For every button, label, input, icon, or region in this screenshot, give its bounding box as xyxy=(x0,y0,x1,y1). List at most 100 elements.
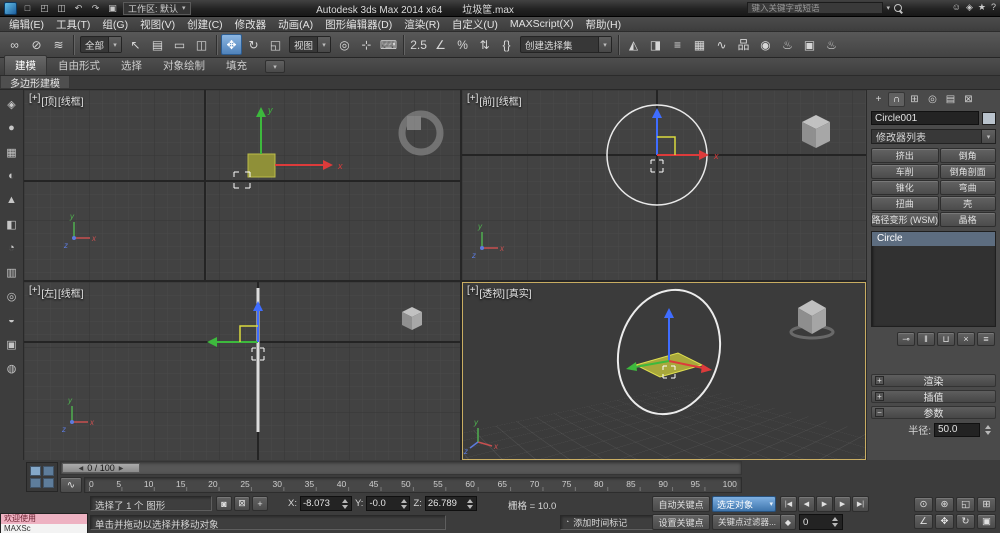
new-scene-icon[interactable]: □ xyxy=(20,2,35,15)
docked-tool-icon[interactable]: ◧ xyxy=(3,215,21,233)
maximize-viewport-icon[interactable]: ▣ xyxy=(977,514,996,529)
menu-item[interactable]: 动画(A) xyxy=(272,17,319,32)
listener-line[interactable]: MAXSc xyxy=(1,524,87,533)
zoom-extents-icon[interactable]: ◱ xyxy=(956,497,975,512)
menu-item[interactable]: 工具(T) xyxy=(50,17,96,32)
menu-item[interactable]: 自定义(U) xyxy=(446,17,504,32)
selection-lock-icon[interactable]: ⊠ xyxy=(234,496,250,511)
workspace-dropdown[interactable]: 工作区: 默认 ▾ xyxy=(123,2,191,15)
selected-shape[interactable] xyxy=(248,154,275,177)
use-pivot-center-icon[interactable]: ◎ xyxy=(334,34,355,55)
docked-tool-icon[interactable]: ◎ xyxy=(3,287,21,305)
keyboard-override-icon[interactable]: ⌨ xyxy=(378,34,399,55)
motion-tab-icon[interactable]: ◎ xyxy=(924,92,941,107)
selected-objects-dropdown[interactable]: 选定对象 ▾ xyxy=(712,496,776,512)
signin-icon[interactable]: ☺ xyxy=(952,2,961,13)
modifier-button[interactable]: 车削 xyxy=(871,164,939,179)
configure-modifier-sets-icon[interactable]: ≡ xyxy=(977,332,995,346)
ribbon-minimize-button[interactable]: ▾ xyxy=(265,60,285,73)
x-spinner[interactable] xyxy=(341,497,350,510)
object-color-swatch[interactable] xyxy=(982,112,996,125)
key-mode-toggle-icon[interactable]: ◆ xyxy=(780,514,796,530)
radius-field[interactable] xyxy=(934,423,980,437)
top-viewport-canvas[interactable]: x y x y z xyxy=(24,90,460,280)
perspective-viewport-canvas[interactable]: x y z xyxy=(462,282,866,460)
transform-type-in-icon[interactable]: + xyxy=(252,496,268,511)
zoom-extents-all-icon[interactable]: ⊞ xyxy=(977,497,996,512)
tab-selection[interactable]: 选择 xyxy=(111,56,152,75)
modifier-button[interactable]: 晶格 xyxy=(940,212,996,227)
time-slider-handle[interactable]: ◀ 0 / 100 ▶ xyxy=(62,463,140,473)
viewport-view-label[interactable]: [前] xyxy=(479,93,495,108)
fov-icon[interactable]: ∠ xyxy=(914,514,933,529)
viewport-menu-button[interactable]: [+] xyxy=(467,285,478,300)
play-icon[interactable]: ▶ xyxy=(816,496,833,512)
docked-tool-icon[interactable]: ◔ xyxy=(3,239,21,257)
docked-tool-icon[interactable]: ◍ xyxy=(3,359,21,377)
frame-spinner[interactable] xyxy=(830,516,839,529)
select-object-icon[interactable]: ↖ xyxy=(125,34,146,55)
key-filters-button[interactable]: 关键点过滤器... xyxy=(712,514,782,530)
utilities-tab-icon[interactable]: ⊠ xyxy=(960,92,977,107)
tab-modeling[interactable]: 建模 xyxy=(4,55,47,75)
tab-freeform[interactable]: 自由形式 xyxy=(48,56,110,75)
stack-item-circle[interactable]: Circle xyxy=(872,232,995,246)
pan-icon[interactable]: ✥ xyxy=(935,514,954,529)
modifier-button[interactable]: 路径变形 (WSM) xyxy=(871,212,939,227)
material-editor-icon[interactable]: ◉ xyxy=(755,34,776,55)
viewcube[interactable] xyxy=(802,115,830,148)
viewcube[interactable] xyxy=(791,300,833,338)
menu-item[interactable]: 渲染(R) xyxy=(398,17,446,32)
modifier-button[interactable]: 锥化 xyxy=(871,180,939,195)
next-frame-arrow-icon[interactable]: ▶ xyxy=(119,465,124,472)
modifier-button[interactable]: 倒角剖面 xyxy=(940,164,996,179)
unlink-selection-icon[interactable]: ⊘ xyxy=(26,34,47,55)
isolate-selection-icon[interactable]: ◙ xyxy=(216,496,232,511)
radius-spinner[interactable] xyxy=(983,423,992,436)
snap-toggle-icon[interactable]: 2.5 xyxy=(408,34,429,55)
remove-modifier-icon[interactable]: × xyxy=(957,332,975,346)
select-and-move-icon[interactable]: ✥ xyxy=(221,34,242,55)
modifier-button[interactable]: 挤出 xyxy=(871,148,939,163)
viewport-menu-button[interactable]: [+] xyxy=(467,93,478,108)
collapse-icon[interactable]: − xyxy=(875,408,884,417)
orbit-icon[interactable]: ↻ xyxy=(956,514,975,529)
reference-coordinate-dropdown[interactable]: 视图 ▾ xyxy=(289,36,331,53)
save-file-icon[interactable]: ◫ xyxy=(54,2,69,15)
left-viewport-canvas[interactable]: x y z xyxy=(24,282,460,460)
modifier-button[interactable]: 扭曲 xyxy=(871,196,939,211)
mirror-icon[interactable]: ◭ xyxy=(623,34,644,55)
display-tab-icon[interactable]: ▤ xyxy=(942,92,959,107)
help-icon[interactable]: ? xyxy=(991,2,996,13)
go-to-end-icon[interactable]: ▶| xyxy=(852,496,869,512)
z-spinner[interactable] xyxy=(466,497,475,510)
go-to-start-icon[interactable]: |◀ xyxy=(780,496,797,512)
modifier-stack[interactable]: Circle xyxy=(871,231,996,327)
layer-manager-icon[interactable]: ≡ xyxy=(667,34,688,55)
viewport-shading-label[interactable]: [线框] xyxy=(58,93,84,108)
current-frame-field[interactable] xyxy=(800,517,830,528)
menu-item[interactable]: 组(G) xyxy=(96,17,134,32)
project-folder-icon[interactable]: ▣ xyxy=(105,2,120,15)
graphite-ribbon-icon[interactable]: ▦ xyxy=(689,34,710,55)
rollout-parameters[interactable]: − 参数 xyxy=(871,406,996,419)
make-unique-icon[interactable]: ⊔ xyxy=(937,332,955,346)
set-key-button[interactable]: 设置关键点 xyxy=(652,514,710,530)
select-and-rotate-icon[interactable]: ↻ xyxy=(243,34,264,55)
front-viewport-canvas[interactable]: x x y z xyxy=(462,90,866,280)
undo-icon[interactable]: ↶ xyxy=(71,2,86,15)
search-icon[interactable] xyxy=(893,3,904,14)
select-by-name-icon[interactable]: ▤ xyxy=(147,34,168,55)
menu-item[interactable]: 修改器 xyxy=(229,17,273,32)
select-and-scale-icon[interactable]: ◱ xyxy=(265,34,286,55)
time-slider-track[interactable]: ◀ 0 / 100 ▶ xyxy=(60,461,742,475)
viewport-front[interactable]: [+] [前] [线框] x xyxy=(462,90,866,280)
viewport-shading-label[interactable]: [线框] xyxy=(496,93,522,108)
align-icon[interactable]: ◨ xyxy=(645,34,666,55)
bind-to-space-warp-icon[interactable]: ≋ xyxy=(48,34,69,55)
select-and-link-icon[interactable]: ∞ xyxy=(4,34,25,55)
redo-icon[interactable]: ↷ xyxy=(88,2,103,15)
open-file-icon[interactable]: ◰ xyxy=(37,2,52,15)
select-and-manipulate-icon[interactable]: ⊹ xyxy=(356,34,377,55)
mini-curve-editor-icon[interactable]: ∿ xyxy=(60,477,82,493)
